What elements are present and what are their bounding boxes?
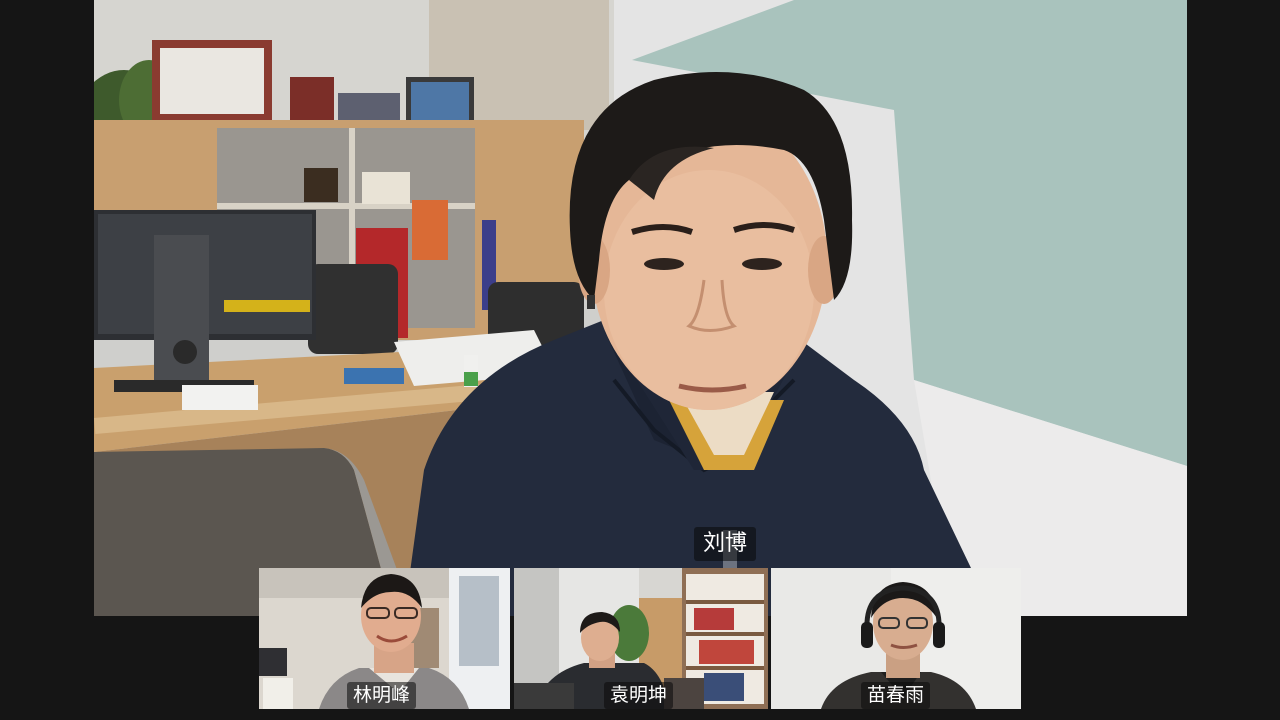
main-speaker-name-tag: 刘博: [694, 527, 757, 561]
participant-thumbnail-3[interactable]: 苗春雨: [771, 568, 1021, 709]
participant-name-tag: 苗春雨: [861, 682, 931, 709]
participant-name-tag: 袁明坤: [604, 682, 674, 709]
main-speaker-video[interactable]: 刘博: [94, 0, 1187, 616]
participant-thumbnail-2[interactable]: 袁明坤: [514, 568, 768, 709]
participant-name-tag: 林明峰: [347, 682, 417, 709]
participant-thumbnail-1[interactable]: 林明峰: [259, 568, 510, 709]
main-video-frame: [94, 0, 1187, 616]
video-call-window: 刘博 林明峰 袁明坤 苗春雨: [0, 0, 1280, 720]
